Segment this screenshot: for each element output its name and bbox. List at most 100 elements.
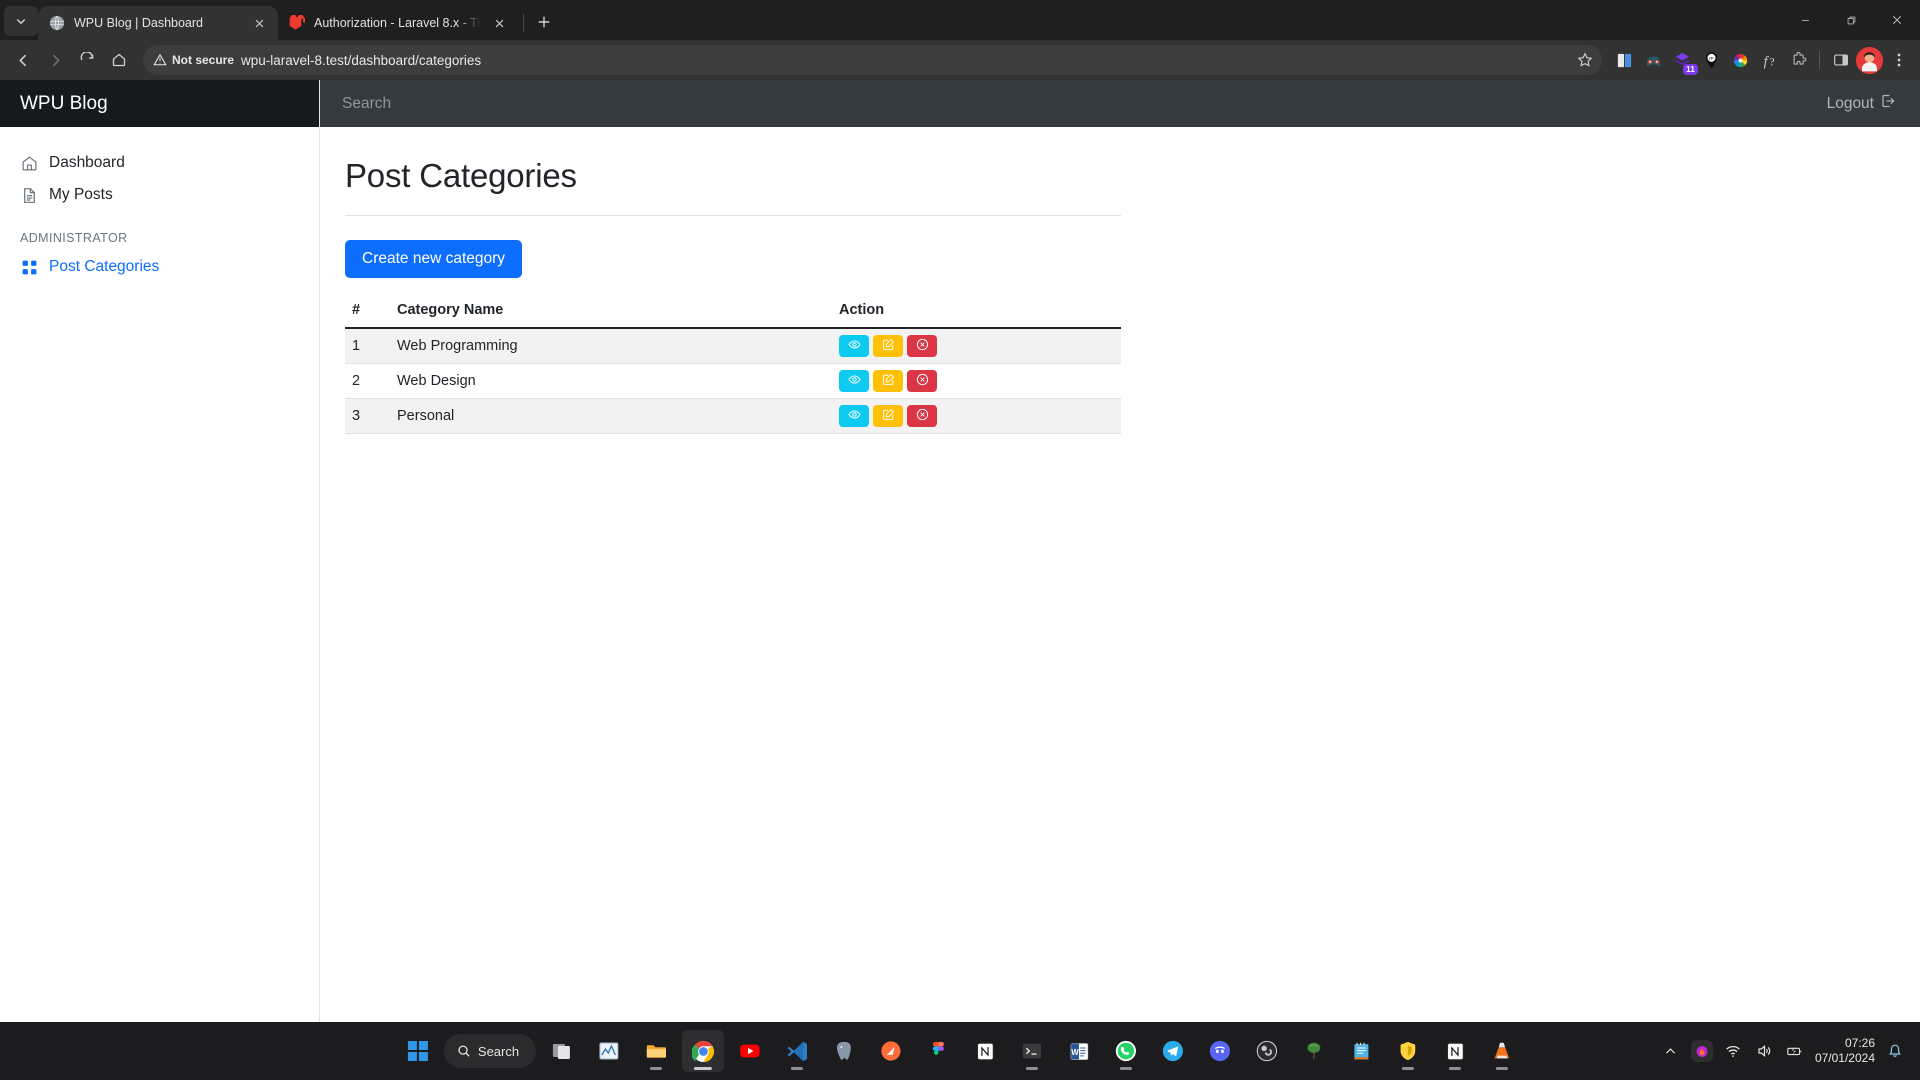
bookmark-star-icon[interactable] xyxy=(1572,47,1598,73)
logout-button[interactable]: Logout xyxy=(1827,93,1920,114)
bitwarden-icon[interactable] xyxy=(1387,1030,1429,1072)
brand-logo[interactable]: WPU Blog xyxy=(0,80,319,127)
flame-app-icon[interactable] xyxy=(1691,1040,1713,1062)
reload-icon[interactable] xyxy=(72,45,102,75)
postman-icon[interactable] xyxy=(870,1030,912,1072)
close-icon[interactable] xyxy=(1874,0,1920,40)
new-tab-button[interactable] xyxy=(529,7,559,37)
extensions-row: 11 IP f? xyxy=(1611,46,1912,74)
delete-button[interactable] xyxy=(907,370,937,392)
edit-button[interactable] xyxy=(873,370,903,392)
file-explorer-icon[interactable] xyxy=(635,1030,677,1072)
close-icon[interactable] xyxy=(250,14,268,32)
search-icon xyxy=(457,1044,471,1058)
car-extension-icon[interactable] xyxy=(1640,47,1667,74)
system-tray: 07:26 07/01/2024 xyxy=(1660,1022,1920,1080)
eye-icon xyxy=(848,373,861,389)
chrome-menu-icon[interactable] xyxy=(1885,46,1912,74)
top-navbar: Search Logout xyxy=(320,80,1920,127)
forward-icon[interactable] xyxy=(40,45,70,75)
page-viewport: WPU Blog Dashboard My Posts ADMINISTRATO… xyxy=(0,80,1920,1022)
view-button[interactable] xyxy=(839,405,869,427)
reading-list-icon[interactable] xyxy=(1611,47,1638,74)
delete-button[interactable] xyxy=(907,335,937,357)
minimize-icon[interactable] xyxy=(1782,0,1828,40)
show-hidden-icons-icon[interactable] xyxy=(1660,1040,1682,1062)
taskbar-items: Search xyxy=(397,1030,1523,1072)
tab-title: WPU Blog | Dashboard xyxy=(74,16,241,30)
notepad-icon[interactable] xyxy=(1340,1030,1382,1072)
sidebar-item-dashboard[interactable]: Dashboard xyxy=(0,147,319,179)
address-bar[interactable]: Not secure wpu-laravel-8.test/dashboard/… xyxy=(143,45,1602,75)
vs-code-icon[interactable] xyxy=(776,1030,818,1072)
youtube-icon[interactable] xyxy=(729,1030,771,1072)
url-text[interactable]: wpu-laravel-8.test/dashboard/categories xyxy=(241,53,1565,68)
delete-button[interactable] xyxy=(907,405,937,427)
globe-icon xyxy=(48,15,65,32)
svg-text:IP: IP xyxy=(1709,55,1714,61)
extension-badge-count: 11 xyxy=(1683,64,1698,75)
view-button[interactable] xyxy=(839,335,869,357)
tree-icon[interactable] xyxy=(1293,1030,1335,1072)
edit-button[interactable] xyxy=(873,405,903,427)
browser-tab-inactive[interactable]: Authorization - Laravel 8.x - The xyxy=(278,6,518,40)
security-label: Not secure xyxy=(172,53,234,67)
tab-title: Authorization - Laravel 8.x - The xyxy=(314,16,481,30)
fonts-ninja-extension-icon[interactable]: f? xyxy=(1756,47,1783,74)
table-row: 3 Personal xyxy=(345,399,1121,434)
figma-icon[interactable] xyxy=(917,1030,959,1072)
grid-icon xyxy=(20,258,38,276)
discord-icon[interactable] xyxy=(1199,1030,1241,1072)
sidebar-item-post-categories[interactable]: Post Categories xyxy=(0,251,319,283)
purple-layers-extension-icon[interactable]: 11 xyxy=(1669,47,1696,74)
edit-button[interactable] xyxy=(873,335,903,357)
notion-icon[interactable] xyxy=(964,1030,1006,1072)
taskbar-search[interactable]: Search xyxy=(444,1034,536,1068)
not-secure-indicator[interactable]: Not secure xyxy=(153,53,234,67)
wps-chart-icon[interactable] xyxy=(588,1030,630,1072)
column-header-category-name: Category Name xyxy=(397,302,839,328)
postgresql-icon[interactable] xyxy=(823,1030,865,1072)
browser-window: WPU Blog | Dashboard Authorization - Lar… xyxy=(0,0,1920,1022)
page-content: Search Logout Post Categories Create new… xyxy=(320,80,1920,1022)
microsoft-word-icon[interactable]: W xyxy=(1058,1030,1100,1072)
tab-search-button[interactable] xyxy=(4,6,38,36)
vlc-icon[interactable] xyxy=(1481,1030,1523,1072)
search-input[interactable]: Search xyxy=(320,95,1827,113)
browser-tab-active[interactable]: WPU Blog | Dashboard xyxy=(38,6,278,40)
pencil-square-icon xyxy=(882,373,895,389)
create-new-category-button[interactable]: Create new category xyxy=(345,240,522,278)
avatar[interactable] xyxy=(1856,47,1883,74)
volume-icon[interactable] xyxy=(1753,1040,1775,1062)
windows-taskbar: Search xyxy=(0,1022,1920,1080)
back-icon[interactable] xyxy=(8,45,38,75)
x-circle-icon xyxy=(916,408,929,424)
google-chrome-icon[interactable] xyxy=(682,1030,724,1072)
categories-table: # Category Name Action 1 Web Programming xyxy=(345,302,1121,434)
ip-pin-extension-icon[interactable]: IP xyxy=(1698,47,1725,74)
tab-strip: WPU Blog | Dashboard Authorization - Lar… xyxy=(0,0,1920,40)
maximize-icon[interactable] xyxy=(1828,0,1874,40)
task-view-icon[interactable] xyxy=(541,1030,583,1072)
obs-studio-icon[interactable] xyxy=(1246,1030,1288,1072)
sidebar-item-my-posts[interactable]: My Posts xyxy=(0,179,319,211)
title-divider xyxy=(345,215,1121,216)
battery-icon[interactable] xyxy=(1784,1040,1806,1062)
eye-icon xyxy=(848,408,861,424)
extensions-puzzle-icon[interactable] xyxy=(1785,47,1812,74)
terminal-icon[interactable] xyxy=(1011,1030,1053,1072)
bell-icon[interactable] xyxy=(1884,1040,1906,1062)
notion-alt-icon[interactable] xyxy=(1434,1030,1476,1072)
windows-start-icon[interactable] xyxy=(397,1030,439,1072)
side-panel-icon[interactable] xyxy=(1827,47,1854,74)
color-wheel-extension-icon[interactable] xyxy=(1727,47,1754,74)
cell-category-name: Web Programming xyxy=(397,328,839,364)
table-row: 1 Web Programming xyxy=(345,328,1121,364)
telegram-icon[interactable] xyxy=(1152,1030,1194,1072)
close-icon[interactable] xyxy=(490,14,508,32)
home-icon[interactable] xyxy=(104,45,134,75)
whatsapp-icon[interactable] xyxy=(1105,1030,1147,1072)
wifi-icon[interactable] xyxy=(1722,1040,1744,1062)
taskbar-clock[interactable]: 07:26 07/01/2024 xyxy=(1815,1036,1875,1066)
view-button[interactable] xyxy=(839,370,869,392)
